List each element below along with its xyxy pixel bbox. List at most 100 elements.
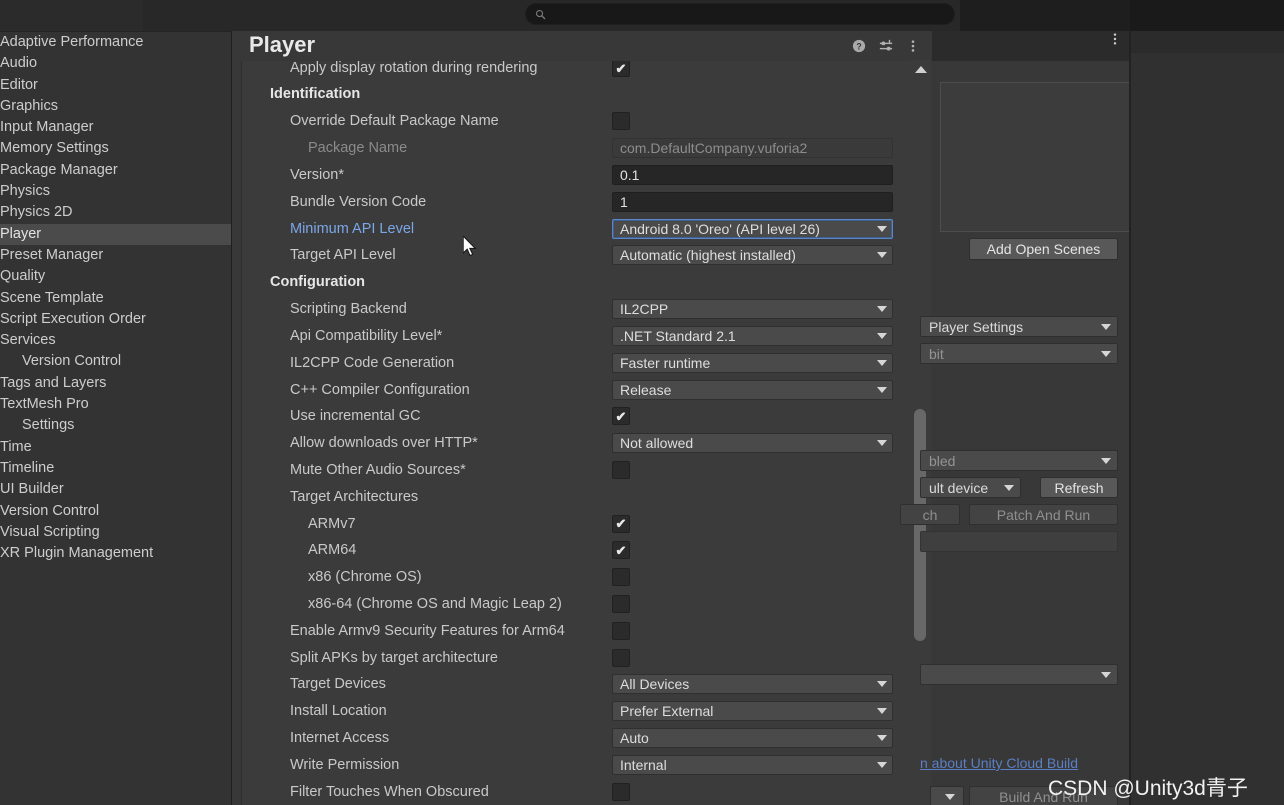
sidebar-item-editor[interactable]: Editor [0,75,232,96]
compression-dropdown[interactable]: bled [920,450,1118,471]
build-output-field[interactable] [920,531,1118,552]
kebab-menu-icon[interactable] [1108,32,1122,46]
setting-row-override-default-package-name: Override Default Package Name [242,108,913,135]
chevron-down-icon [1101,457,1111,464]
setting-row-scripting-backend: Scripting Backend IL2CPP [242,296,913,323]
input-package-name[interactable]: com.DefaultCompany.vuforia2 [612,138,893,159]
dropdown-value-write-permission: Internal [620,756,667,773]
setting-row-internet-access: Internet Access Auto [242,725,913,752]
sidebar-item-time[interactable]: Time [0,437,232,458]
checkbox-override-default-package-name[interactable] [612,112,630,131]
sidebar-item-tags-and-layers[interactable]: Tags and Layers [0,373,232,394]
search-input[interactable] [546,8,954,20]
sidebar-item-quality[interactable]: Quality [0,266,232,287]
setting-label-override-default-package-name: Override Default Package Name [290,113,499,130]
checkbox-armv7[interactable] [612,514,630,533]
sidebar-item-services[interactable]: Services [0,330,232,351]
checkbox-filter-touches-when-obscured[interactable] [612,782,630,801]
checkbox-x86-64-chrome-os-and-magic-leap-2[interactable] [612,594,630,613]
checkbox-arm64[interactable] [612,541,630,560]
setting-label-bundle-version-code: Bundle Version Code [290,193,427,210]
dropdown-scripting-backend[interactable]: IL2CPP [612,299,893,320]
build-dropdown-button[interactable] [930,786,964,805]
sidebar-item-settings[interactable]: Settings [0,415,232,436]
refresh-button[interactable]: Refresh [1040,477,1118,498]
inspector-scroll-area[interactable]: Apply display rotation during rendering … [241,61,913,805]
patch-and-run-button[interactable]: Patch And Run [969,504,1118,525]
dropdown-value-internet-access: Auto [620,729,649,746]
background-editor-area [1131,31,1284,805]
setting-label-target-api-level: Target API Level [290,247,396,264]
dropdown-target-api-level[interactable]: Automatic (highest installed) [612,245,893,266]
sidebar-item-script-execution-order[interactable]: Script Execution Order [0,309,232,330]
sidebar-item-xr-plugin-management[interactable]: XR Plugin Management [0,543,232,564]
checkbox-split-apks-by-target-architecture[interactable] [612,648,630,667]
chevron-down-icon [877,332,887,339]
build-settings-kebab-menu[interactable] [1108,32,1122,51]
sidebar-item-ui-builder[interactable]: UI Builder [0,479,232,500]
sidebar-item-player[interactable]: Player [0,223,232,245]
dropdown-minimum-api-level[interactable]: Android 8.0 'Oreo' (API level 26) [612,218,893,239]
sidebar-item-audio[interactable]: Audio [0,53,232,74]
dropdown-c++-compiler-configuration[interactable]: Release [612,379,893,400]
settings-search-box[interactable] [525,3,955,25]
sidebar-item-package-manager[interactable]: Package Manager [0,160,232,181]
inspector-scrollbar-thumb[interactable] [914,409,926,641]
settings-category-sidebar[interactable]: Adaptive Performance Audio Editor Graphics I… [0,31,232,805]
scenes-in-build-list[interactable] [940,82,1130,232]
unity-cloud-build-link[interactable]: n about Unity Cloud Build [920,755,1120,771]
input-version[interactable]: 0.1 [612,164,893,185]
dropdown-allow-downloads-over-http[interactable]: Not allowed [612,433,893,454]
setting-label-internet-access: Internet Access [290,729,390,746]
sidebar-item-textmesh-pro[interactable]: TextMesh Pro [0,394,232,415]
svg-text:?: ? [856,42,861,52]
dropdown-write-permission[interactable]: Internal [612,754,893,775]
run-device-dropdown[interactable]: ult device [920,477,1021,498]
dropdown-il2cpp-code-generation[interactable]: Faster runtime [612,352,893,373]
sidebar-item-preset-manager[interactable]: Preset Manager [0,245,232,266]
kebab-menu-icon[interactable] [906,39,920,53]
sidebar-item-version-control[interactable]: Version Control [0,351,232,372]
setting-row-write-permission: Write Permission Internal [242,751,913,778]
dropdown-value-install-location: Prefer External [620,703,714,720]
scroll-up-arrow-icon[interactable] [915,66,927,73]
sidebar-item-scene-template[interactable]: Scene Template [0,288,232,309]
dropdown-internet-access[interactable]: Auto [612,727,893,748]
sidebar-item-input-manager[interactable]: Input Manager [0,117,232,138]
dropdown-target-devices[interactable]: All Devices [612,674,893,695]
player-settings-dropdown[interactable]: Player Settings [920,316,1118,337]
build-config-dropdown[interactable] [920,664,1118,685]
sidebar-item-physics[interactable]: Physics [0,181,232,202]
checkbox-enable-armv9-security-features-for-arm64[interactable] [612,621,630,640]
sidebar-item-visual-scripting[interactable]: Visual Scripting [0,522,232,543]
setting-row-c++-compiler-configuration: C++ Compiler Configuration Release [242,376,913,403]
apply-display-rotation-checkbox[interactable] [612,61,630,77]
clipped-row-apply-display-rotation[interactable]: Apply display rotation during rendering [242,61,913,81]
sidebar-item-timeline[interactable]: Timeline [0,458,232,479]
checkbox-mute-other-audio-sources[interactable] [612,460,630,479]
architecture-dropdown[interactable]: bit [920,343,1118,364]
panel-header-icons[interactable]: ? [852,39,920,53]
input-bundle-version-code[interactable]: 1 [612,191,893,212]
search-icon [535,9,546,19]
player-settings-dropdown-label: Player Settings [929,318,1024,335]
setting-row-enable-armv9-security-features-for-arm64: Enable Armv9 Security Features for Arm64 [242,617,913,644]
help-icon[interactable]: ? [852,39,866,53]
preset-icon[interactable] [879,39,893,53]
dropdown-install-location[interactable]: Prefer External [612,701,893,722]
checkbox-use-incremental-gc[interactable] [612,407,630,426]
sidebar-item-version-control[interactable]: Version Control [0,501,232,522]
sidebar-item-adaptive-performance[interactable]: Adaptive Performance [0,32,232,53]
dropdown-api-compatibility-level[interactable]: .NET Standard 2.1 [612,325,893,346]
top-toolbar-far-right-area [1130,0,1284,31]
add-open-scenes-button[interactable]: Add Open Scenes [969,238,1118,260]
chevron-down-icon [877,386,887,393]
sidebar-item-memory-settings[interactable]: Memory Settings [0,138,232,159]
setting-row-package-name: Package Name com.DefaultCompany.vuforia2 [242,135,913,162]
sidebar-item-physics-2d[interactable]: Physics 2D [0,202,232,223]
checkbox-x86-chrome-os[interactable] [612,568,630,587]
setting-label-minimum-api-level: Minimum API Level [290,220,415,237]
patch-button[interactable]: ch [900,504,960,525]
sidebar-item-graphics[interactable]: Graphics [0,96,232,117]
setting-row-x86-chrome-os: x86 (Chrome OS) [242,564,913,591]
